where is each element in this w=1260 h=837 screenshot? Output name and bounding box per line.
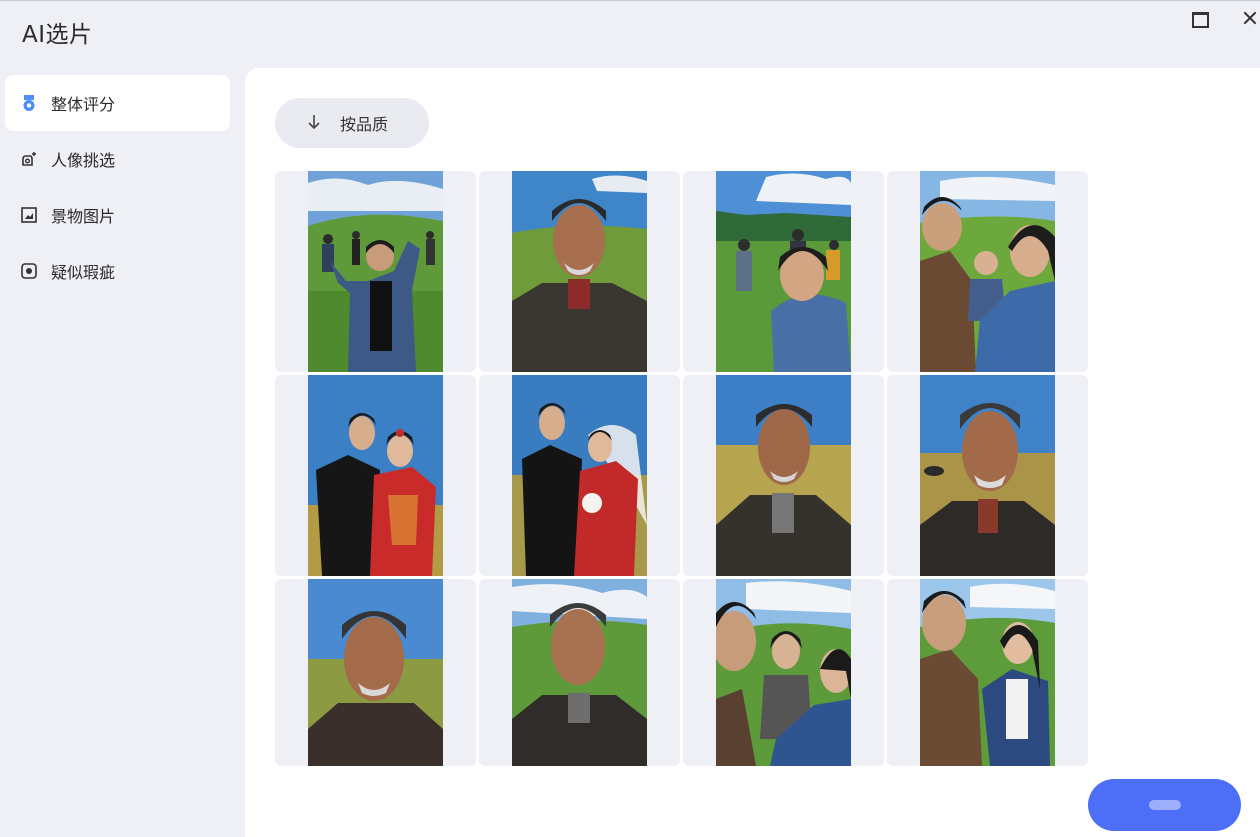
photo-thumbnail-7[interactable] [683, 375, 884, 576]
sidebar-item-suspected-flaw[interactable]: 疑似瑕疵 [5, 243, 230, 299]
flaw-icon [21, 263, 37, 279]
sidebar-item-portrait-pick[interactable]: 人像挑选 [5, 131, 230, 187]
sidebar-item-scenery[interactable]: 景物图片 [5, 187, 230, 243]
photo-thumbnail-3[interactable] [683, 171, 884, 372]
medal-icon [23, 95, 35, 111]
group-photo-image [308, 171, 443, 372]
wedding-photo-image [512, 375, 647, 576]
sidebar-item-label: 景物图片 [51, 207, 116, 226]
sidebar-item-overall-score[interactable]: 整体评分 [5, 75, 230, 131]
elderly-portrait-image [512, 579, 647, 766]
sidebar-item-label: 人像挑选 [51, 151, 116, 170]
photo-thumbnail-4[interactable] [887, 171, 1088, 372]
photo-thumbnail-10[interactable] [479, 579, 680, 766]
sidebar-item-label: 疑似瑕疵 [51, 263, 116, 282]
photo-thumbnail-1[interactable] [275, 171, 476, 372]
elderly-portrait-image [920, 375, 1055, 576]
photo-thumbnail-11[interactable] [683, 579, 884, 766]
title-bar: AI选片 [0, 0, 1260, 62]
sort-by-quality-button[interactable]: 按品质 [275, 98, 429, 148]
photo-thumbnail-6[interactable] [479, 375, 680, 576]
group-photo-image [716, 171, 851, 372]
close-icon[interactable] [1238, 7, 1260, 31]
sidebar-item-label: 整体评分 [51, 95, 116, 114]
photo-thumbnail-12[interactable] [887, 579, 1088, 766]
elderly-portrait-image [308, 579, 443, 766]
family-photo-image [920, 171, 1055, 372]
app-title: AI选片 [22, 22, 93, 48]
portrait-pick-icon [22, 152, 36, 166]
photo-thumbnail-5[interactable] [275, 375, 476, 576]
scenery-icon [21, 207, 37, 223]
button-label-placeholder [1148, 800, 1181, 810]
wedding-photo-image [308, 375, 443, 576]
photo-thumbnail-8[interactable] [887, 375, 1088, 576]
friends-photo-image [716, 579, 851, 766]
photo-thumbnail-2[interactable] [479, 171, 680, 372]
main-content: 按品质 [245, 68, 1260, 837]
elderly-portrait-image [512, 171, 647, 372]
photo-thumbnail-9[interactable] [275, 579, 476, 766]
sort-label: 按品质 [340, 115, 389, 134]
couple-photo-image [920, 579, 1055, 766]
sidebar: 整体评分 人像挑选 景物图片 疑似瑕疵 [0, 68, 245, 837]
elderly-portrait-image [716, 375, 851, 576]
arrow-down-icon [308, 115, 320, 130]
maximize-icon[interactable] [1188, 7, 1212, 31]
confirm-button[interactable] [1088, 779, 1241, 831]
